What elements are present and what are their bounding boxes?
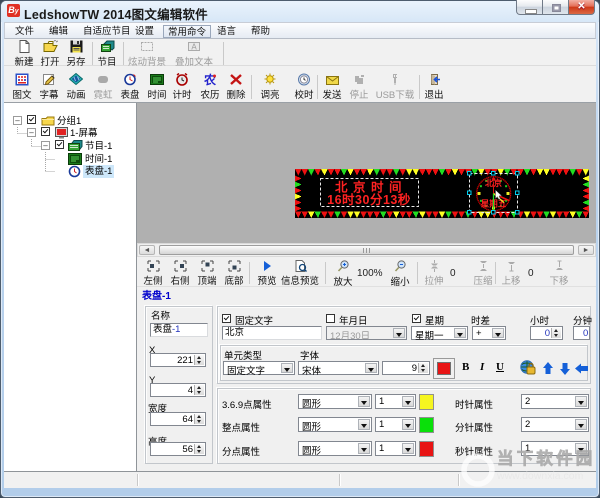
- svg-text:www.downxia.com: www.downxia.com: [496, 470, 584, 482]
- svg-text:当下软件园: 当下软件园: [497, 448, 592, 468]
- svg-text:A: A: [191, 43, 197, 52]
- svg-text:16时30分13秒: 16时30分13秒: [327, 192, 411, 207]
